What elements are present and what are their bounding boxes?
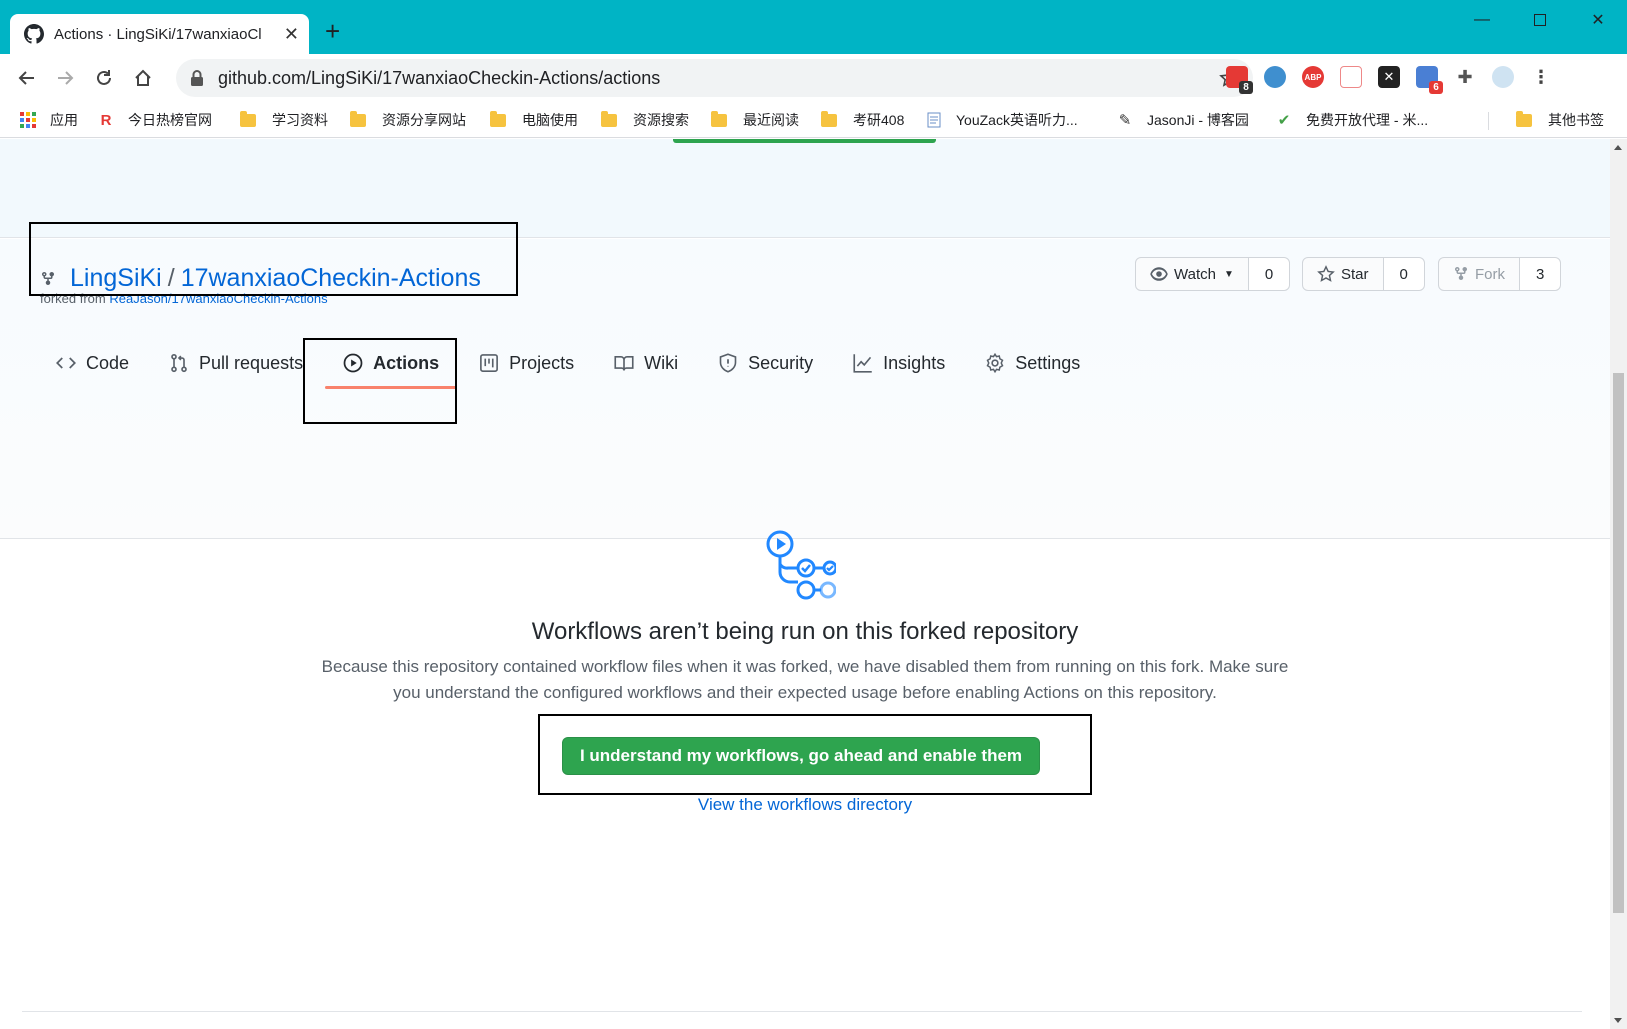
url-text[interactable]: github.com/LingSiKi/17wanxiaoCheckin-Act… [218, 68, 1219, 89]
star-group: Star 0 [1302, 257, 1425, 291]
bookmark-folder-resources[interactable]: 资源分享网站 [350, 108, 466, 132]
view-workflows-link: View the workflows directory [697, 795, 913, 814]
tab-title: Actions · LingSiKi/17wanxiaoCl [54, 25, 262, 43]
home-button[interactable] [128, 63, 158, 93]
ext-x-icon[interactable]: ✕ [1378, 66, 1400, 88]
folder-icon [821, 110, 837, 127]
tab-settings[interactable]: Settings [985, 339, 1080, 387]
fork-group: Fork 3 [1438, 257, 1562, 291]
tab-projects[interactable]: Projects [479, 339, 574, 387]
scroll-down-arrow-icon[interactable] [1614, 1018, 1622, 1023]
graph-icon [853, 354, 872, 373]
eye-icon [1150, 267, 1168, 281]
bookmark-proxy[interactable]: ✔ 免费开放代理 - 米... [1276, 108, 1428, 132]
home-icon [135, 69, 151, 86]
tab-insights[interactable]: Insights [853, 339, 945, 387]
ext-red-icon[interactable]: 8 [1226, 66, 1253, 94]
extensions-puzzle-icon[interactable]: ✚ [1454, 66, 1476, 88]
project-icon [480, 354, 499, 372]
folder-icon [1516, 110, 1532, 127]
gear-icon [986, 353, 1004, 373]
annotation-box-actions-tab [303, 338, 457, 424]
new-tab-button[interactable]: + [325, 18, 340, 44]
repo-forked-icon [1455, 266, 1467, 281]
scroll-thumb[interactable] [1613, 373, 1624, 913]
scroll-up-arrow-icon[interactable] [1614, 145, 1622, 150]
fork-button[interactable]: Fork [1439, 258, 1520, 290]
blankslate-title: Workflows aren’t being run on this forke… [531, 618, 1079, 645]
watch-count[interactable]: 0 [1248, 258, 1290, 290]
bookmark-jasonji[interactable]: ✎ JasonJi - 博客园 [1117, 108, 1249, 132]
page-icon [926, 112, 942, 128]
fork-count[interactable]: 3 [1520, 258, 1561, 290]
git-pull-request-icon [171, 353, 187, 373]
star-count[interactable]: 0 [1383, 258, 1424, 290]
address-bar[interactable]: github.com/LingSiKi/17wanxiaoCheckin-Act… [176, 59, 1253, 97]
annotation-box-repo-title [29, 222, 518, 296]
folder-icon [490, 110, 506, 127]
folder-icon [350, 110, 366, 127]
bookmark-apps[interactable]: 应用 [20, 108, 78, 132]
tab-wiki[interactable]: Wiki [614, 339, 678, 387]
footer-divider [22, 1011, 1582, 1012]
arrow-right-icon [58, 71, 74, 85]
reload-icon [97, 70, 111, 85]
book-icon [614, 355, 634, 371]
adblock-plus-icon[interactable]: ABP [1302, 66, 1324, 88]
folder-icon [711, 110, 727, 127]
back-button[interactable] [12, 63, 42, 93]
reload-button[interactable] [89, 63, 119, 93]
profile-avatar[interactable] [1492, 66, 1514, 88]
page-content: LingSiKi / 17wanxiaoCheckin-Actions fork… [0, 139, 1610, 1029]
minimize-button[interactable]: — [1453, 0, 1511, 40]
caret-down-icon: ▼ [1223, 268, 1234, 280]
bookmark-jinri[interactable]: R 今日热榜官网 [98, 108, 212, 132]
bookmark-youzack[interactable]: YouZack英语听力... [926, 108, 1078, 132]
workflow-graph-icon [766, 530, 836, 600]
bookmark-folder-search[interactable]: 资源搜索 [601, 108, 689, 132]
code-icon [56, 357, 76, 369]
enable-workflows-button[interactable]: I understand my workflows, go ahead and … [562, 737, 1040, 775]
page-scrollbar[interactable] [1610, 139, 1627, 1029]
bookmark-folder-recent[interactable]: 最近阅读 [711, 108, 799, 132]
apps-grid-icon [20, 112, 36, 128]
browser-tab[interactable]: Actions · LingSiKi/17wanxiaoCl ✕ [10, 14, 309, 54]
banner-button-edge [673, 139, 936, 143]
star-icon [1317, 265, 1335, 282]
browser-menu-icon[interactable]: ⋮ [1530, 66, 1552, 88]
close-window-button[interactable]: ✕ [1569, 0, 1627, 40]
bookmark-folder-other[interactable]: 其他书签 [1516, 108, 1604, 132]
tab-close-icon[interactable]: ✕ [284, 24, 299, 45]
shield-icon [719, 353, 737, 373]
arrow-left-icon [18, 71, 34, 85]
bookmark-folder-kaoyan[interactable]: 考研408 [821, 108, 904, 132]
github-icon [24, 24, 44, 44]
tab-pull-requests[interactable]: Pull requests [169, 339, 303, 387]
repo-nav: Code Pull requests Actions Projects Wiki… [56, 339, 1120, 389]
blankslate-description: Because this repository contained workfl… [321, 657, 1289, 702]
browser-toolbar: github.com/LingSiKi/17wanxiaoCheckin-Act… [0, 54, 1627, 102]
bookmark-divider [1488, 112, 1489, 130]
ext-globe-icon[interactable] [1264, 66, 1286, 88]
folder-icon [601, 110, 617, 127]
maximize-button[interactable] [1511, 0, 1569, 40]
tab-security[interactable]: Security [718, 339, 813, 387]
bookmark-folder-computer[interactable]: 电脑使用 [490, 108, 578, 132]
forward-button[interactable] [50, 63, 80, 93]
watch-group: Watch ▼ 0 [1135, 257, 1291, 291]
lock-icon [191, 70, 203, 86]
star-button[interactable]: Star [1303, 258, 1384, 290]
r-logo-icon: R [100, 111, 112, 129]
ext-grid-icon[interactable]: 6 [1416, 66, 1443, 94]
check-icon: ✔ [1277, 112, 1291, 129]
folder-icon [240, 110, 256, 127]
bookmark-folder-study[interactable]: 学习资料 [240, 108, 328, 132]
watch-button[interactable]: Watch ▼ [1136, 258, 1249, 290]
pen-icon: ✎ [1118, 112, 1132, 129]
bookmarks-bar: 应用 R 今日热榜官网 学习资料 资源分享网站 电脑使用 资源搜索 最近阅读 考… [0, 102, 1627, 138]
tab-code[interactable]: Code [56, 339, 129, 387]
ext-cat-icon[interactable] [1340, 66, 1362, 88]
browser-titlebar: Actions · LingSiKi/17wanxiaoCl ✕ + — ✕ [0, 0, 1627, 54]
